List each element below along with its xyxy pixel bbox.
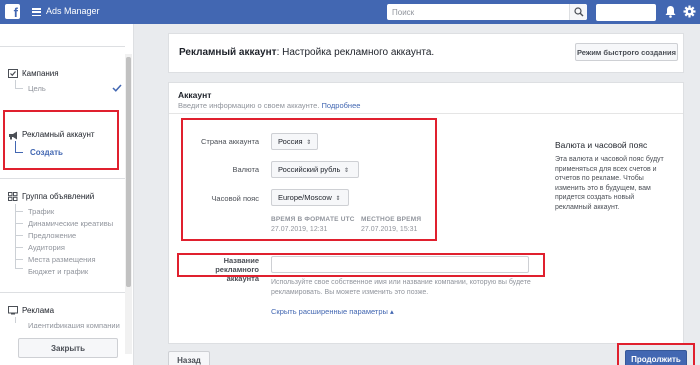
account-name-hint: Используйте свое собственное имя или наз… <box>271 279 531 296</box>
card-subtitle-text: Введите информацию о своем аккаунте. <box>178 101 320 110</box>
sidebar-item-dynamic-creative[interactable]: Динамические креативы <box>28 219 113 228</box>
search-icon <box>574 7 584 17</box>
sidebar-item-placements[interactable]: Места размещения <box>28 255 96 264</box>
header-card: Рекламный аккаунт: Настройка рекламного … <box>168 33 684 73</box>
adset-grid-icon <box>8 192 18 201</box>
search-button[interactable] <box>569 4 587 20</box>
check-icon <box>112 84 122 92</box>
app-title[interactable]: Ads Manager <box>46 6 100 16</box>
quick-creation-button[interactable]: Режим быстрого создания <box>575 43 678 61</box>
page-title: Рекламный аккаунт: Настройка рекламного … <box>179 47 434 58</box>
sidebar-scrollbar[interactable] <box>125 54 132 354</box>
hide-advanced-link-label: Скрыть расширенные параметры <box>271 307 388 316</box>
card-title: Аккаунт <box>178 90 212 100</box>
currency-timezone-text: Эта валюта и часовой пояс будут применят… <box>555 156 664 211</box>
top-bar: f Ads Manager <box>0 0 700 24</box>
sidebar-item-traffic[interactable]: Трафик <box>28 207 54 216</box>
page-title-bold: Рекламный аккаунт <box>179 47 277 58</box>
facebook-logo-icon[interactable]: f <box>5 4 20 19</box>
sidebar-item-adset[interactable]: Группа объявлений <box>22 192 94 201</box>
card-subtitle: Введите информацию о своем аккаунте. Под… <box>178 101 360 110</box>
gear-icon[interactable] <box>683 5 696 18</box>
account-switcher[interactable] <box>596 4 656 21</box>
annotation-box-settings <box>181 118 437 241</box>
annotation-box-account <box>3 110 119 170</box>
back-button[interactable]: Назад <box>168 351 210 365</box>
bell-icon[interactable] <box>665 5 676 18</box>
close-button[interactable]: Закрыть <box>18 338 118 358</box>
sidebar: Кампания Цель Рекламный аккаунт Создать … <box>0 24 134 365</box>
currency-timezone-title: Валюта и часовой пояс <box>555 140 648 150</box>
facebook-logo-letter: f <box>13 5 18 19</box>
search-input[interactable] <box>387 4 567 20</box>
page-title-rest: : Настройка рекламного аккаунта. <box>276 47 435 58</box>
caret-up-icon: ▴ <box>390 307 394 316</box>
sidebar-item-objective[interactable]: Цель <box>28 84 46 93</box>
sidebar-item-identity[interactable]: Идентификация компании <box>28 321 120 328</box>
annotation-box-account-name <box>177 253 545 277</box>
sidebar-item-budget[interactable]: Бюджет и график <box>28 267 88 276</box>
ad-icon <box>8 306 18 315</box>
sidebar-item-audience[interactable]: Аудитория <box>28 243 65 252</box>
sidebar-item-ad[interactable]: Реклама <box>22 306 54 315</box>
campaign-icon <box>8 69 18 78</box>
menu-icon[interactable] <box>32 8 41 17</box>
sidebar-item-campaign[interactable]: Кампания <box>22 69 59 78</box>
hide-advanced-link[interactable]: Скрыть расширенные параметры ▴ <box>271 307 394 316</box>
search-box <box>387 4 587 20</box>
sidebar-item-offer[interactable]: Предложение <box>28 231 76 240</box>
annotation-box-continue <box>617 343 695 365</box>
more-info-link[interactable]: Подробнее <box>322 101 361 110</box>
